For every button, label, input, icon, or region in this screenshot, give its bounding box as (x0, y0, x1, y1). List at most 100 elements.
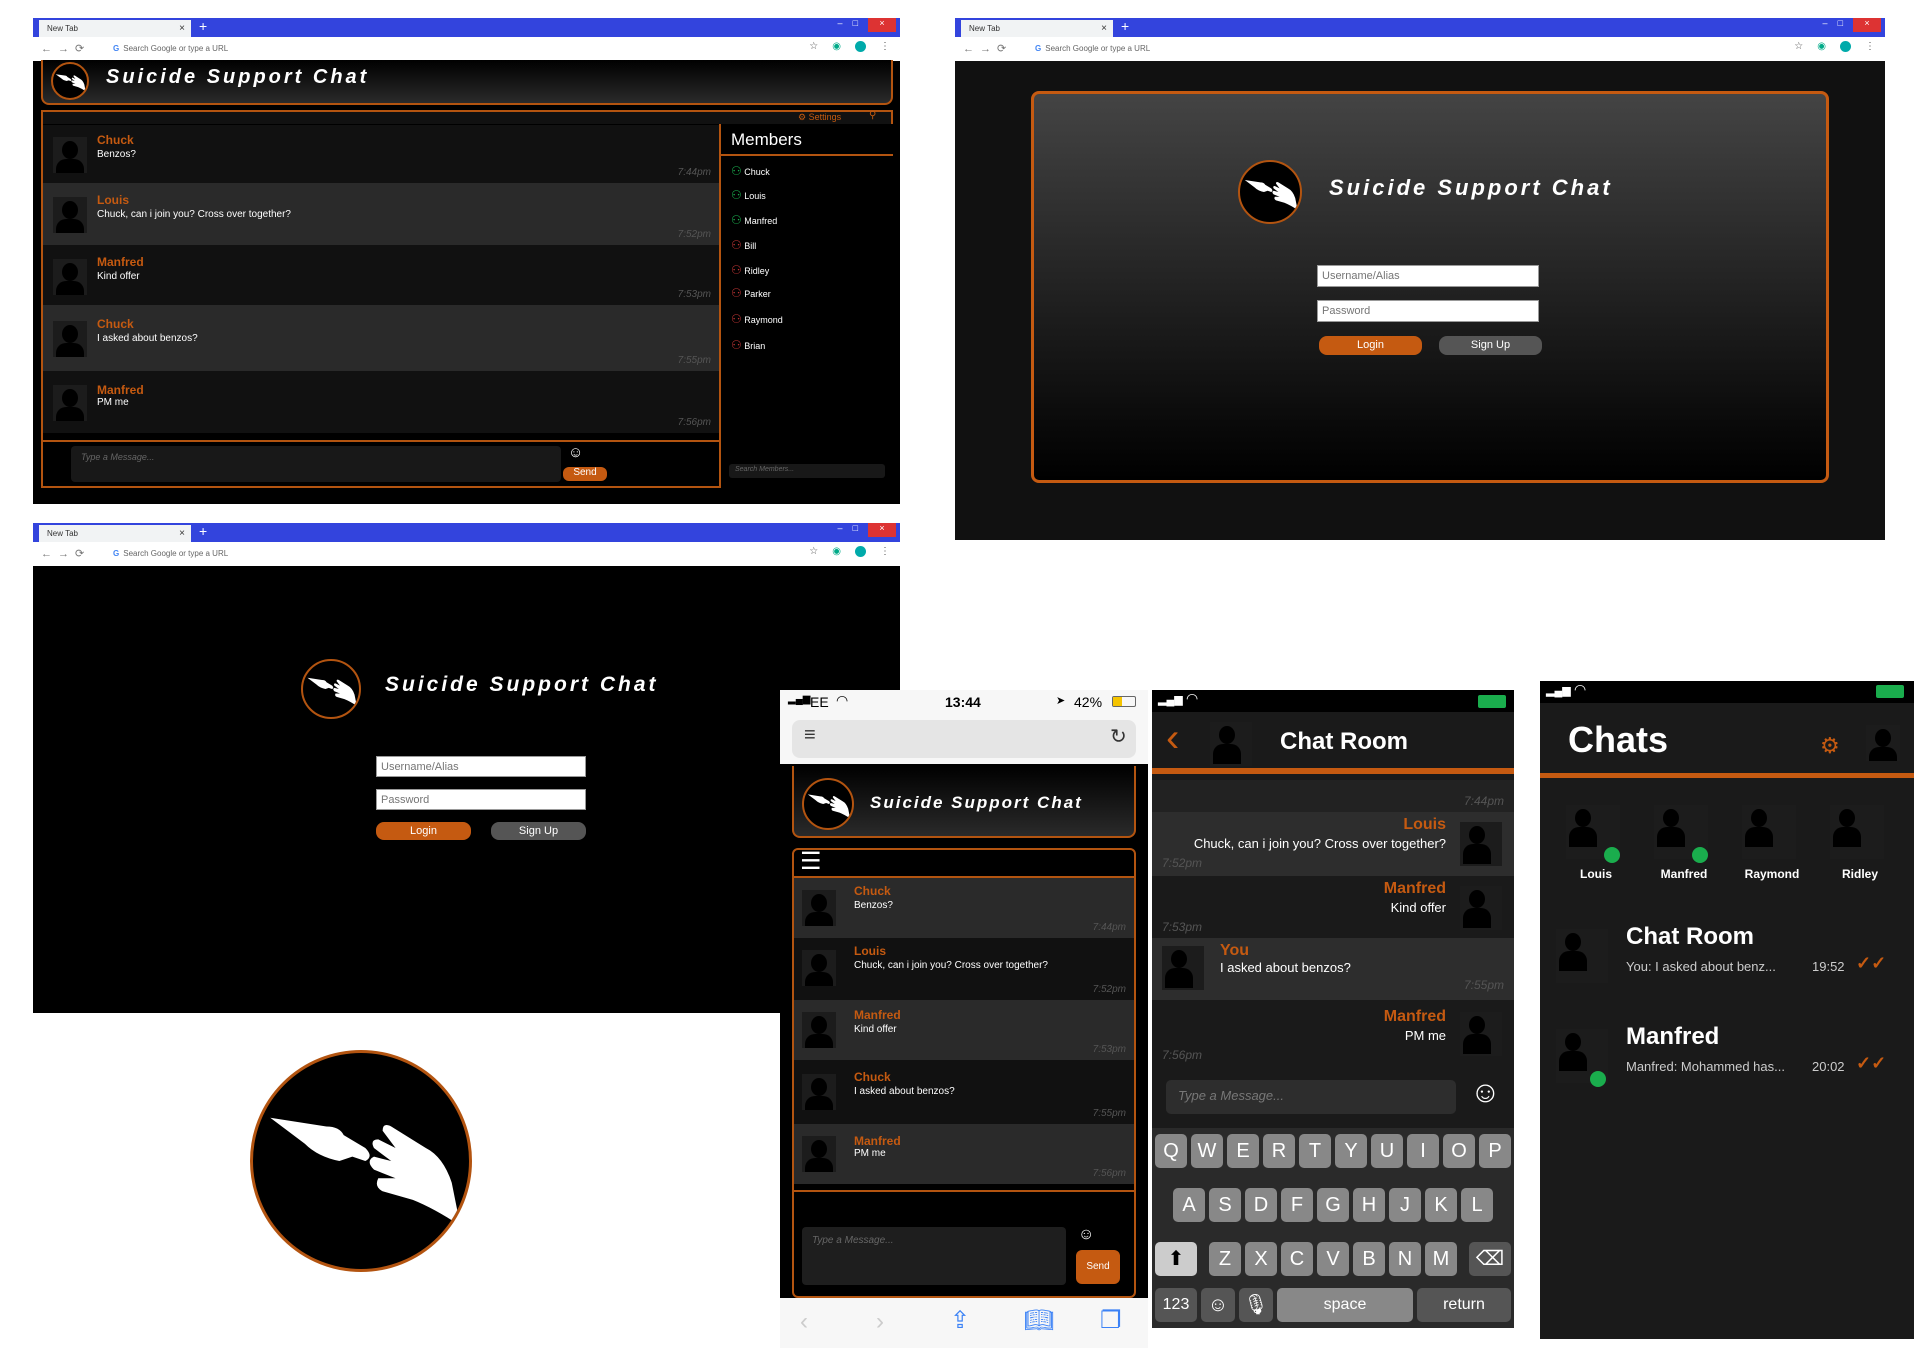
star-icon[interactable]: ☆ (809, 546, 818, 557)
member-item[interactable]: ⚇ Raymond (731, 312, 783, 326)
signup-button[interactable]: Sign Up (491, 822, 586, 840)
key[interactable]: J (1389, 1188, 1421, 1222)
minimize-button[interactable]: – (1823, 18, 1828, 32)
key[interactable]: I (1407, 1134, 1439, 1168)
extension-icon[interactable]: ◉ (832, 41, 841, 52)
contact-item[interactable]: Raymond (1732, 805, 1812, 885)
extension-icon[interactable]: ◉ (1817, 41, 1826, 52)
key[interactable]: E (1227, 1134, 1259, 1168)
settings-gear-icon[interactable]: ⚙ (1820, 733, 1840, 759)
share-icon[interactable]: ⇪ (950, 1306, 970, 1335)
conversation-item[interactable]: Chat Room You: I asked about benz... 19:… (1540, 917, 1914, 1007)
close-tab-icon[interactable]: × (179, 528, 185, 539)
profile-icon[interactable] (1840, 41, 1851, 52)
numbers-key[interactable]: 123 (1155, 1288, 1197, 1322)
hamburger-menu-icon[interactable]: ☰ (800, 850, 822, 874)
settings-link[interactable]: ⚙ Settings (798, 112, 841, 123)
emoji-key[interactable]: ☺ (1201, 1288, 1235, 1322)
space-key[interactable]: space (1277, 1288, 1413, 1322)
message-input[interactable]: Type a Message... (802, 1227, 1066, 1285)
key[interactable]: X (1245, 1242, 1277, 1276)
key[interactable]: R (1263, 1134, 1295, 1168)
login-button[interactable]: Login (376, 822, 471, 840)
signup-button[interactable]: Sign Up (1439, 336, 1542, 355)
key[interactable]: Q (1155, 1134, 1187, 1168)
forward-icon[interactable]: › (876, 1308, 884, 1336)
send-button[interactable]: Send (1076, 1250, 1120, 1284)
key[interactable]: D (1245, 1188, 1277, 1222)
new-tab-button[interactable]: + (1121, 18, 1129, 34)
return-key[interactable]: return (1417, 1288, 1511, 1322)
key[interactable]: Y (1335, 1134, 1367, 1168)
back-icon[interactable]: ‹ (800, 1308, 808, 1336)
key[interactable]: F (1281, 1188, 1313, 1222)
profile-icon[interactable] (855, 41, 866, 52)
username-field[interactable] (1317, 265, 1539, 287)
conversation-item[interactable]: Manfred Manfred: Mohammed has... 20:02 ✓… (1540, 1017, 1914, 1107)
nav-arrows[interactable]: ←→⟳ (41, 547, 90, 560)
key[interactable]: W (1191, 1134, 1223, 1168)
emoji-icon[interactable]: ☺ (1470, 1076, 1501, 1110)
minimize-button[interactable]: – (838, 18, 843, 32)
message-input[interactable]: Type a Message... (71, 446, 561, 482)
key[interactable]: C (1281, 1242, 1313, 1276)
emoji-icon[interactable]: ☺ (568, 444, 583, 461)
shift-key[interactable]: ⬆ (1155, 1242, 1197, 1276)
key[interactable]: U (1371, 1134, 1403, 1168)
send-button[interactable]: Send (563, 467, 607, 481)
contact-item[interactable]: Louis (1556, 805, 1636, 885)
extension-icon[interactable]: ◉ (832, 546, 841, 557)
key[interactable]: N (1389, 1242, 1421, 1276)
address-field[interactable] (792, 720, 1136, 758)
omnibox[interactable]: G Search Google or type a URL (1025, 42, 1815, 56)
login-button[interactable]: Login (1319, 336, 1422, 355)
profile-avatar[interactable] (1866, 725, 1900, 761)
close-window-button[interactable]: × (868, 523, 896, 537)
key[interactable]: Z (1209, 1242, 1241, 1276)
key[interactable]: M (1425, 1242, 1457, 1276)
key[interactable]: T (1299, 1134, 1331, 1168)
profile-icon[interactable] (855, 546, 866, 557)
nav-arrows[interactable]: ←→⟳ (963, 42, 1012, 55)
member-item[interactable]: ⚇ Ridley (731, 263, 769, 277)
maximize-button[interactable]: □ (1838, 18, 1843, 32)
close-tab-icon[interactable]: × (179, 23, 185, 34)
back-chevron-icon[interactable]: ‹ (1166, 718, 1179, 758)
delete-key[interactable]: ⌫ (1469, 1242, 1511, 1276)
key[interactable]: K (1425, 1188, 1457, 1222)
star-icon[interactable]: ☆ (1794, 41, 1803, 52)
key[interactable]: H (1353, 1188, 1385, 1222)
message-input[interactable]: Type a Message... (1166, 1080, 1456, 1114)
maximize-button[interactable]: □ (853, 523, 858, 537)
emoji-icon[interactable]: ☺ (1078, 1226, 1094, 1244)
contact-item[interactable]: Manfred (1644, 805, 1724, 885)
key[interactable]: A (1173, 1188, 1205, 1222)
key[interactable]: G (1317, 1188, 1349, 1222)
member-item[interactable]: ⚇ Brian (731, 338, 765, 352)
browser-tab[interactable]: New Tab × (39, 20, 191, 37)
key[interactable]: O (1443, 1134, 1475, 1168)
member-item[interactable]: ⚇ Louis (731, 188, 766, 202)
search-members-input[interactable]: Search Members... (729, 464, 885, 478)
close-window-button[interactable]: × (868, 18, 896, 32)
browser-tab[interactable]: New Tab × (961, 20, 1113, 37)
member-item[interactable]: ⚇ Manfred (731, 213, 777, 227)
key[interactable]: P (1479, 1134, 1511, 1168)
member-item[interactable]: ⚇ Chuck (731, 164, 770, 178)
browser-tab[interactable]: New Tab × (39, 525, 191, 542)
maximize-button[interactable]: □ (853, 18, 858, 32)
omnibox[interactable]: G Search Google or type a URL (103, 42, 830, 56)
new-tab-button[interactable]: + (199, 523, 207, 539)
username-field[interactable] (376, 756, 586, 777)
reload-icon[interactable]: ↻ (1110, 724, 1127, 749)
omnibox[interactable]: G Search Google or type a URL (103, 547, 830, 561)
close-window-button[interactable]: × (1853, 18, 1881, 32)
key[interactable]: L (1461, 1188, 1493, 1222)
key[interactable]: B (1353, 1242, 1385, 1276)
tabs-icon[interactable]: ❐ (1100, 1306, 1122, 1335)
minimize-button[interactable]: – (838, 523, 843, 537)
password-field[interactable] (1317, 300, 1539, 322)
member-item[interactable]: ⚇ Parker (731, 286, 771, 300)
menu-icon[interactable]: ⋮ (880, 41, 890, 52)
menu-icon[interactable]: ⋮ (1865, 41, 1875, 52)
